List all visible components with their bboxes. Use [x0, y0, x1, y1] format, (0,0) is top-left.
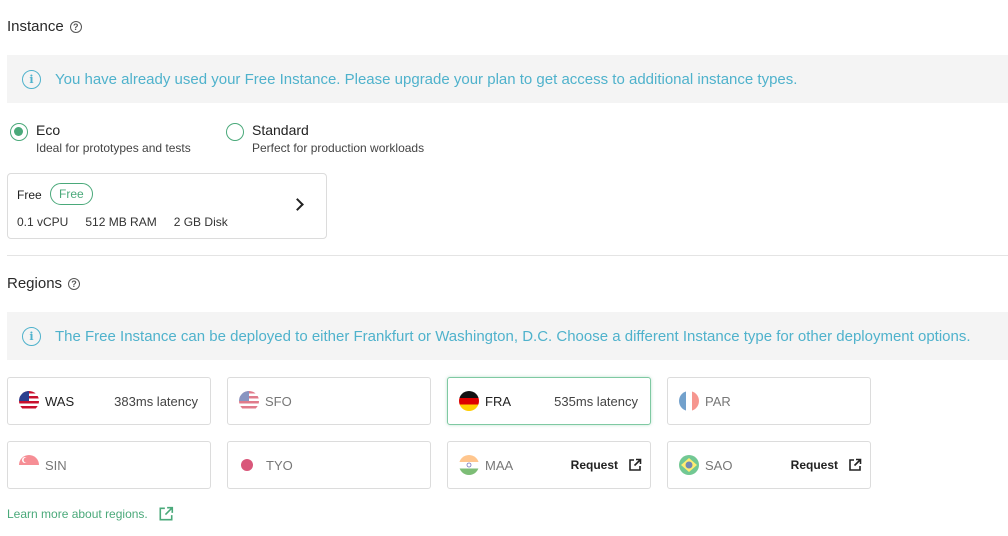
region-card-was[interactable]: WAS 383ms latency — [7, 377, 211, 425]
region-latency: 383ms latency — [114, 393, 198, 409]
region-code: MAA — [485, 457, 514, 473]
india-flag-icon — [459, 455, 479, 475]
section-divider — [7, 255, 1008, 256]
instance-title: Instance ? — [7, 18, 82, 35]
learn-more-text[interactable]: Learn more about regions. — [7, 507, 148, 521]
region-card-sin[interactable]: SIN — [7, 441, 211, 489]
us-flag-icon — [239, 391, 259, 411]
region-code: SAO — [705, 457, 733, 473]
request-label: Request — [570, 458, 618, 472]
radio-eco-indicator[interactable] — [10, 123, 28, 141]
region-card-sfo[interactable]: SFO — [227, 377, 431, 425]
chevron-right-icon — [291, 198, 304, 211]
learn-more-regions-link[interactable]: Learn more about regions. — [7, 506, 174, 522]
regions-info-banner: i The Free Instance can be deployed to e… — [7, 312, 1008, 360]
help-icon[interactable]: ? — [68, 277, 81, 290]
info-icon: i — [22, 326, 41, 346]
plan-specs: 0.1 vCPU 512 MB RAM 2 GB Disk — [17, 215, 228, 229]
plan-badge: Free — [50, 183, 93, 205]
region-card-sao[interactable]: SAO Request — [667, 441, 871, 489]
radio-eco[interactable]: Eco Ideal for prototypes and tests — [10, 122, 191, 155]
external-link-icon — [629, 458, 642, 471]
region-card-maa[interactable]: MAA Request — [447, 441, 651, 489]
external-link-icon — [849, 458, 862, 471]
region-code: SIN — [45, 457, 67, 473]
regions-title: Regions ? — [7, 275, 81, 292]
external-link-icon — [159, 506, 173, 521]
instance-info-banner: i You have already used your Free Instan… — [7, 55, 1008, 103]
region-card-tyo[interactable]: TYO — [227, 441, 431, 489]
us-flag-icon — [19, 391, 39, 411]
radio-eco-desc: Ideal for prototypes and tests — [36, 141, 191, 155]
request-label: Request — [790, 458, 838, 472]
plan-ram: 512 MB RAM — [85, 215, 157, 229]
japan-flag-icon — [241, 459, 253, 471]
plan-disk: 2 GB Disk — [173, 215, 228, 229]
radio-standard-desc: Perfect for production workloads — [252, 141, 425, 155]
regions-title-text: Regions — [7, 275, 63, 292]
brazil-flag-icon — [679, 455, 699, 475]
plan-card-free[interactable]: Free Free 0.1 vCPU 512 MB RAM 2 GB Disk — [7, 173, 327, 239]
request-button[interactable]: Request — [791, 458, 862, 472]
instance-title-text: Instance — [7, 18, 64, 35]
regions-banner-text: The Free Instance can be deployed to eit… — [55, 327, 971, 345]
request-button[interactable]: Request — [571, 458, 642, 472]
radio-standard-indicator[interactable] — [226, 123, 244, 141]
plan-name: Free — [17, 188, 42, 202]
region-card-par[interactable]: PAR — [667, 377, 871, 425]
radio-eco-title: Eco — [36, 122, 61, 138]
france-flag-icon — [679, 391, 699, 411]
radio-standard[interactable]: Standard Perfect for production workload… — [226, 122, 424, 155]
region-card-fra[interactable]: FRA 535ms latency — [447, 377, 651, 425]
help-icon[interactable]: ? — [69, 20, 82, 33]
region-code: PAR — [705, 393, 731, 409]
info-icon: i — [22, 69, 41, 89]
region-code: SFO — [265, 393, 292, 409]
germany-flag-icon — [459, 391, 479, 411]
plan-cpu: 0.1 vCPU — [17, 215, 69, 229]
instance-banner-text: You have already used your Free Instance… — [55, 70, 798, 88]
region-code: FRA — [485, 393, 511, 409]
singapore-flag-icon — [19, 455, 39, 475]
radio-standard-title: Standard — [252, 122, 309, 138]
region-code: WAS — [45, 393, 75, 409]
region-latency: 535ms latency — [554, 393, 638, 409]
region-code: TYO — [266, 457, 293, 473]
